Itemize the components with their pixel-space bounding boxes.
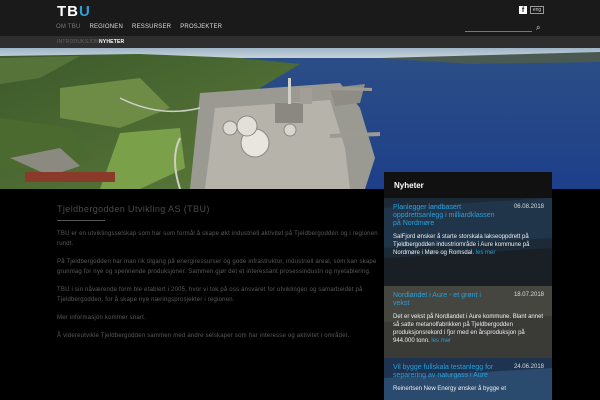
subnav-nyheter[interactable]: Nyheter [99,39,124,45]
news-item-date: 18.07.2018 [513,292,544,298]
industrial-site-illustration [0,48,600,189]
read-more-link[interactable]: les mer [431,338,451,344]
news-panel: Nyheter Planlegger landbasert oppdrettsa… [384,172,552,400]
logo-text: TB [57,3,79,20]
news-item-title[interactable]: Planlegger landbasert oppdrettsanlegg i … [393,204,497,228]
subnav-introduksjon[interactable]: Introduksjon [57,39,99,45]
news-item: Vil bygge fullskala testanlegg for separ… [384,358,552,400]
news-item: Nordlandet i Aure - et grønt i vekst 18.… [384,286,552,358]
read-more-link[interactable]: les mer [476,250,496,256]
nav-om-tbu[interactable]: Om TBU [56,24,80,30]
main-nav: Om TBU Regionen Ressurser Prosjekter [56,24,231,30]
facebook-icon[interactable]: f [519,6,527,14]
news-item-text: SalFjord ønsker å starte storskala lakse… [393,234,530,256]
news-item-title[interactable]: Nordlandet i Aure - et grønt i vekst [393,292,497,308]
sub-nav: Introduksjon Nyheter [0,36,600,48]
nav-ressurser[interactable]: Ressurser [132,24,171,30]
article-paragraph: TBU i sin nåværende form ble etablert i … [57,287,363,303]
nav-regionen[interactable]: Regionen [89,24,123,30]
nav-prosjekter[interactable]: Prosjekter [180,24,222,30]
language-button[interactable]: eng [530,6,544,14]
article-paragraph: TBU er en utviklingsselskap som har som … [57,231,378,247]
news-item-date: 24.06.2018 [513,364,544,370]
article-paragraph: På Tjeldbergodden har man rik tilgang på… [57,259,377,275]
news-item: Planlegger landbasert oppdrettsanlegg i … [384,198,552,286]
search-input[interactable] [465,23,532,32]
main-article: Tjeldbergodden Utvikling AS (TBU) TBU er… [57,204,379,349]
top-header: TBU f eng Om TBU Regionen Ressurser Pros… [0,0,600,36]
title-divider [57,220,105,221]
news-item-title[interactable]: Vil bygge fullskala testanlegg for separ… [393,364,497,380]
article-title: Tjeldbergodden Utvikling AS (TBU) [57,204,210,214]
article-paragraph: Mer informasjon kommer snart. [57,315,146,321]
hero-aerial-photo [0,48,600,189]
news-item-date: 06.08.2018 [513,204,544,210]
news-heading: Nyheter [384,172,552,198]
search-icon[interactable]: ⌕ [536,23,545,32]
tbu-logo[interactable]: TBU [57,3,91,20]
logo-text-accent: U [79,3,91,20]
article-paragraph: Å videreutvikle Tjeldbergodden sammen me… [57,333,350,339]
news-item-text: Det er vekst på Nordlandet i Aure kommun… [393,314,544,344]
news-item-text: Reinertsen New Energy ønsker å bygge et [393,386,507,392]
